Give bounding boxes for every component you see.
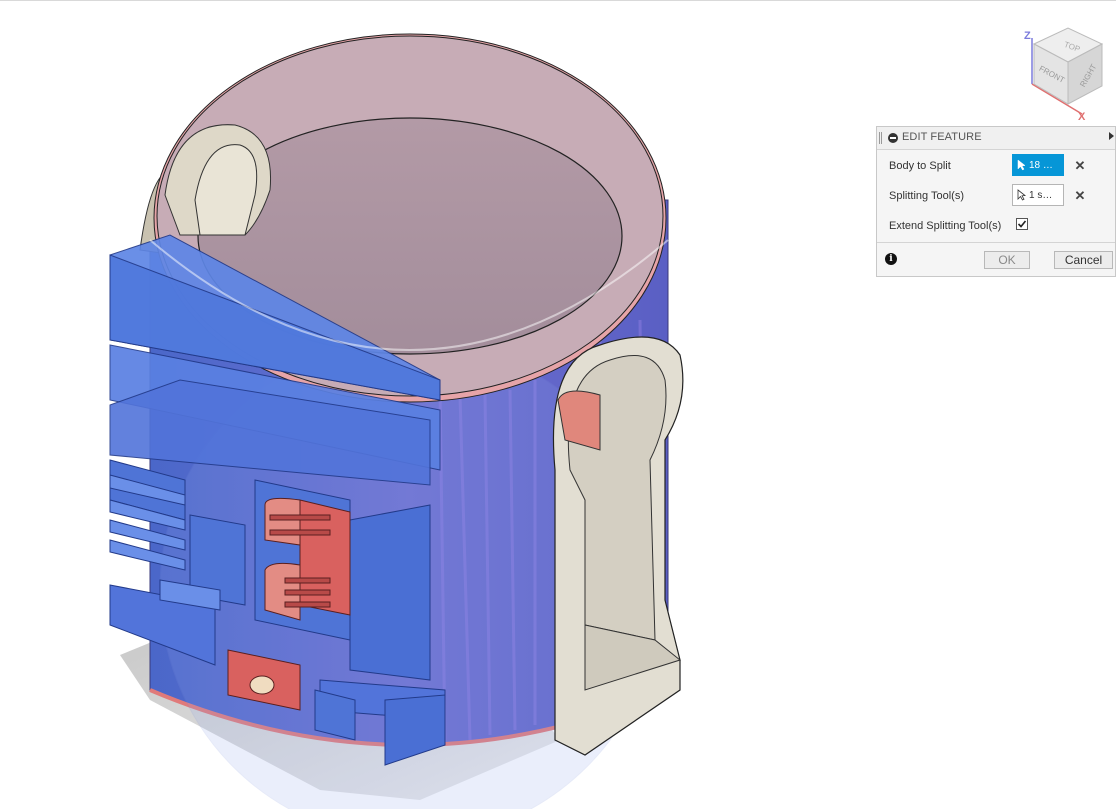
viewcube-axis-z: Z (1024, 30, 1033, 84)
collapse-icon[interactable] (888, 133, 898, 143)
panel-title: EDIT FEATURE (902, 131, 982, 143)
body-to-split-selection-button[interactable]: 18 s... (1012, 154, 1064, 176)
extend-splitting-tool-checkbox[interactable] (1016, 218, 1028, 230)
info-icon[interactable]: i (885, 253, 897, 265)
mug-handle-right[interactable] (552, 336, 684, 756)
cursor-icon (1017, 189, 1026, 201)
cancel-button[interactable]: Cancel (1054, 251, 1113, 269)
viewcube[interactable]: Z X TOP FRONT RIGHT (1016, 22, 1116, 122)
edit-feature-panel: EDIT FEATURE Body to Split 18 s... ✕ Spl… (876, 126, 1116, 277)
splitting-tool-selection-button[interactable]: 1 su... (1012, 184, 1064, 206)
body-to-split-selection-text: 18 s... (1029, 159, 1055, 171)
splitting-tool-label: Splitting Tool(s) (889, 190, 964, 202)
checkmark-icon (1017, 220, 1027, 228)
ok-button[interactable]: OK (984, 251, 1030, 269)
body-to-split-label: Body to Split (889, 160, 951, 172)
splitting-tool-selection-text: 1 su... (1029, 189, 1055, 201)
drag-handle[interactable] (879, 132, 882, 144)
axis-z-label: Z (1024, 30, 1031, 42)
panel-header[interactable]: EDIT FEATURE (877, 127, 1115, 150)
clear-tool-selection-icon[interactable]: ✕ (1074, 189, 1086, 202)
axis-x-label: X (1078, 111, 1086, 122)
cursor-icon (1017, 159, 1026, 171)
panel-footer-divider (877, 242, 1115, 243)
model-viewport[interactable] (0, 0, 1116, 809)
expand-arrow-icon[interactable] (1109, 132, 1114, 140)
clear-body-selection-icon[interactable]: ✕ (1074, 159, 1086, 172)
extend-splitting-tool-label: Extend Splitting Tool(s) (889, 220, 1002, 232)
